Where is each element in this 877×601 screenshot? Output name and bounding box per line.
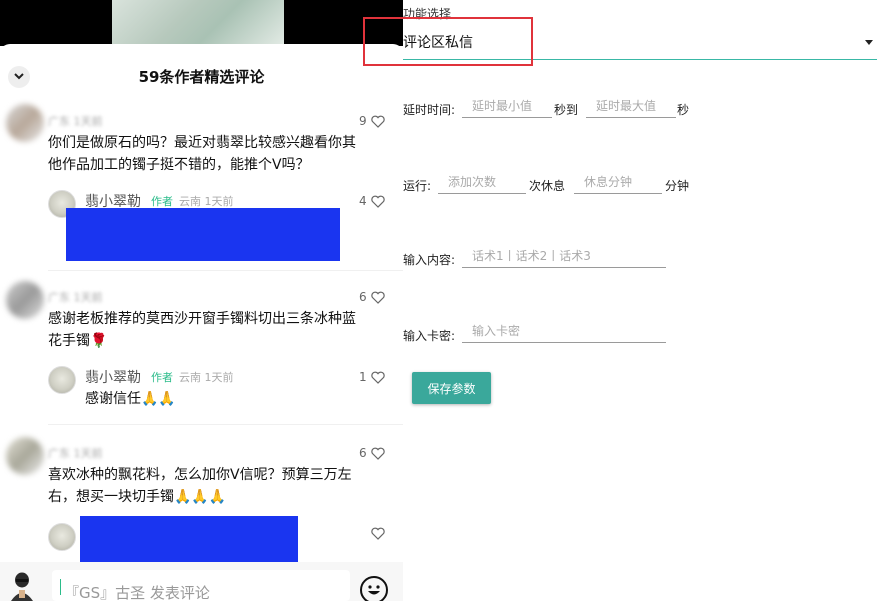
save-button[interactable]: 保存参数 — [412, 372, 491, 404]
author-avatar[interactable] — [48, 366, 76, 394]
like-count: 9 — [359, 114, 367, 128]
content-label: 输入内容: — [403, 253, 456, 267]
settings-form: 功能选择 评论区私信 延时时间: 秒到 秒 运行: 次休息 分钟 输入内容: 输… — [403, 0, 877, 601]
card-input[interactable] — [462, 319, 666, 343]
dropdown-arrow-icon — [865, 40, 873, 45]
comment-text: 你们是做原石的吗？最近对翡翠比较感兴趣看你其 他作品加工的镯子挺不错的，能推个V… — [48, 132, 398, 176]
like-count: 1 — [359, 370, 367, 384]
comment-input-text: 『GS』古圣 发表评论 — [64, 584, 210, 601]
text-caret — [60, 579, 61, 595]
comment-input-bar: 『GS』古圣 发表评论 — [0, 562, 403, 601]
comment-line: 他作品加工的镯子挺不错的，能推个V吗？ — [48, 157, 310, 173]
content-input[interactable] — [462, 244, 666, 268]
comment-meta: 广东 1天前 — [48, 447, 103, 460]
delay-label: 延时时间: — [403, 103, 456, 117]
video-thumbnail — [112, 0, 284, 46]
comment-line: 你们是做原石的吗？最近对翡翠比较感兴趣看你其 — [48, 135, 356, 151]
run-rest-label: 次休息 — [529, 179, 566, 193]
heart-icon[interactable] — [371, 115, 385, 128]
comment-line: 右，想买一块切手镯🙏🙏🙏 — [48, 489, 227, 505]
comment-line: 感谢老板推荐的莫西沙开窗手镯料切出三条冰种蓝 — [48, 311, 356, 327]
delay-sec-label: 秒 — [677, 103, 690, 117]
divider — [48, 424, 403, 425]
comment-line: 花手镯🌹 — [48, 333, 108, 349]
run-label: 运行: — [403, 179, 432, 193]
author-avatar[interactable] — [48, 523, 76, 551]
comment-text: 喜欢冰种的飘花料，怎么加你V信呢？预算三万左 右，想买一块切手镯🙏🙏🙏 — [48, 464, 398, 508]
heart-icon[interactable] — [371, 195, 385, 208]
phone-screen: 59条作者精选评论 广东 1天前 9 你们是做原石的吗？最近对翡翠比较感兴趣看你… — [0, 0, 403, 601]
heart-icon[interactable] — [371, 291, 385, 304]
run-count-input[interactable] — [438, 170, 526, 194]
author-name[interactable]: 翡小翠勒 — [85, 367, 141, 387]
commenter-avatar[interactable] — [6, 104, 44, 142]
author-tag: 作者 — [151, 371, 173, 384]
comment-line: 喜欢冰种的飘花料，怎么加你V信呢？预算三万左 — [48, 467, 352, 483]
card-label: 输入卡密: — [403, 329, 456, 343]
comment-text: 感谢老板推荐的莫西沙开窗手镯料切出三条冰种蓝 花手镯🌹 — [48, 308, 398, 352]
reply-text: 感谢信任🙏🙏 — [85, 391, 176, 407]
reply-meta: 云南 1天前 — [179, 195, 234, 208]
heart-icon[interactable] — [371, 447, 385, 460]
highlight-box — [363, 17, 533, 66]
like-count: 4 — [359, 194, 367, 208]
redacted-reply — [66, 208, 340, 261]
author-tag: 作者 — [151, 195, 173, 208]
comments-title: 59条作者精选评论 — [138, 68, 265, 86]
heart-icon[interactable] — [371, 371, 385, 384]
delay-max-input[interactable] — [586, 94, 676, 118]
minutes-label: 分钟 — [665, 179, 690, 193]
comment-meta: 广东 1天前 — [48, 115, 103, 128]
comment-meta: 广东 1天前 — [48, 291, 103, 304]
like-count: 6 — [359, 290, 367, 304]
heart-icon[interactable] — [371, 527, 385, 540]
comment-input[interactable]: 『GS』古圣 发表评论 — [52, 570, 350, 601]
delay-sec-to-label: 秒到 — [554, 103, 579, 117]
rest-minutes-input[interactable] — [574, 170, 662, 194]
emoji-icon[interactable] — [360, 576, 388, 601]
commenter-avatar[interactable] — [6, 281, 44, 319]
video-background — [0, 0, 403, 46]
divider — [48, 270, 403, 271]
delay-min-input[interactable] — [462, 94, 552, 118]
reply-meta: 云南 1天前 — [179, 371, 234, 384]
commenter-avatar[interactable] — [6, 437, 44, 475]
like-count: 6 — [359, 446, 367, 460]
user-avatar-icon[interactable] — [8, 571, 36, 601]
